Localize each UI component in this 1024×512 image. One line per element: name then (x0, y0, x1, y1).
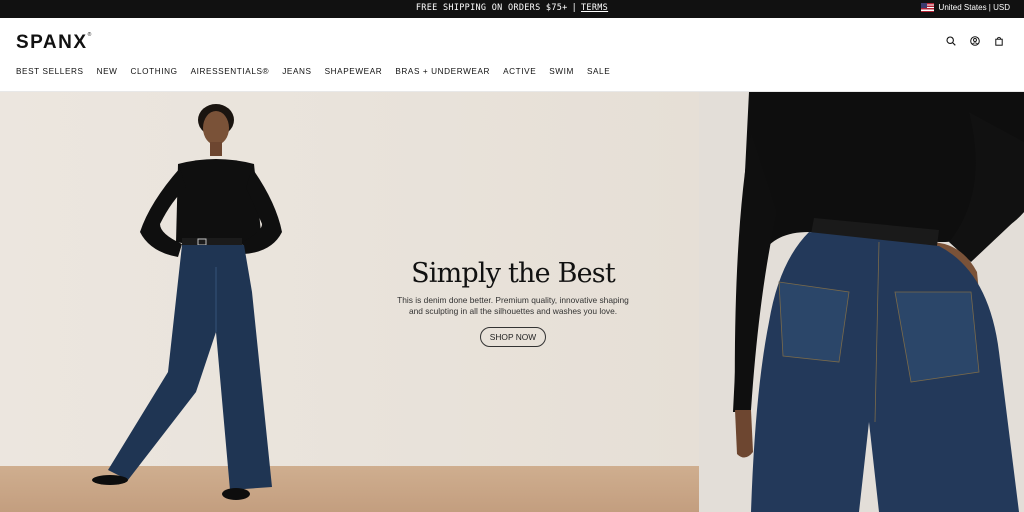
nav-item-bras-underwear[interactable]: BRAS + UNDERWEAR (395, 67, 490, 76)
nav-item-best-sellers[interactable]: BEST SELLERS (16, 67, 84, 76)
main-nav: BEST SELLERS NEW CLOTHING AIRESSENTIALS®… (16, 67, 610, 76)
nav-item-active[interactable]: ACTIVE (503, 67, 536, 76)
announcement-text-row: FREE SHIPPING ON ORDERS $75+ | TERMS (0, 3, 1024, 13)
us-flag-icon (920, 3, 934, 12)
hero-subtitle-line-2: and sculpting in all the silhouettes and… (408, 306, 618, 316)
nav-item-jeans[interactable]: JEANS (282, 67, 311, 76)
hero-subtitle: This is denim done better. Premium quali… (385, 295, 641, 317)
nav-item-clothing[interactable]: CLOTHING (130, 67, 177, 76)
nav-item-swim[interactable]: SWIM (549, 67, 574, 76)
hero-title: Simply the Best (411, 258, 616, 289)
nav-item-shapewear[interactable]: SHAPEWEAR (325, 67, 383, 76)
locale-label: United States | USD (938, 3, 1010, 12)
locale-selector[interactable]: United States | USD (920, 3, 1010, 12)
shipping-promo-text: FREE SHIPPING ON ORDERS $75+ (415, 3, 568, 13)
logo-registered-mark: ® (87, 32, 93, 38)
hero-copy: Simply the Best This is denim done bette… (385, 258, 641, 347)
hero-subtitle-line-1: This is denim done better. Premium quali… (397, 295, 629, 305)
nav-item-airessentials[interactable]: AIRESSENTIALS® (191, 67, 270, 76)
hero-banner[interactable]: Simply the Best This is denim done bette… (0, 92, 1024, 512)
spanx-logo[interactable]: SPANX® (16, 32, 93, 54)
account-icon[interactable] (970, 36, 980, 46)
announcement-bar: FREE SHIPPING ON ORDERS $75+ | TERMS Unite… (0, 0, 1024, 18)
terms-link[interactable]: TERMS (581, 3, 608, 13)
bag-icon[interactable] (994, 36, 1004, 46)
site-header: SPANX® BEST SELLERS NEW CLOTHING AIRESSE… (0, 18, 1024, 92)
hero-right-image (699, 92, 1024, 512)
model-back-view-illustration (733, 92, 1024, 512)
shop-now-button[interactable]: SHOP NOW (479, 327, 547, 347)
header-icons (946, 36, 1004, 46)
announcement-separator: | (571, 3, 578, 13)
logo-text: SPANX (16, 32, 88, 53)
nav-item-sale[interactable]: SALE (587, 67, 610, 76)
search-icon[interactable] (946, 36, 956, 46)
nav-item-new[interactable]: NEW (97, 67, 118, 76)
